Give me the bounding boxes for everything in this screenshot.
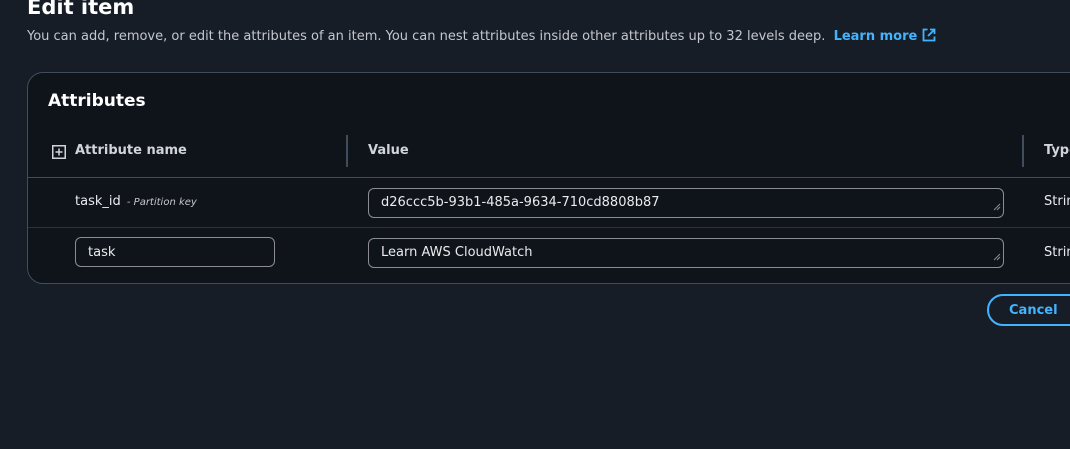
column-header-value[interactable]: Value: [368, 135, 409, 177]
value-text: Learn AWS CloudWatch: [381, 245, 533, 260]
attribute-name: task_id: [75, 194, 121, 209]
resize-handle-icon[interactable]: [993, 246, 1001, 265]
external-link-icon: [922, 28, 936, 48]
edit-item-page: Edit item You can add, remove, or edit t…: [0, 0, 1070, 449]
expand-all-icon[interactable]: [52, 144, 66, 163]
column-divider[interactable]: [346, 135, 348, 167]
attribute-name-input[interactable]: [75, 237, 275, 267]
learn-more-link[interactable]: Learn more: [833, 28, 937, 44]
resize-handle-icon[interactable]: [993, 196, 1001, 215]
learn-more-label: Learn more: [833, 29, 918, 44]
table-row: Learn AWS CloudWatch String: [28, 228, 1070, 278]
attribute-name-cell: task_id - Partition key: [75, 194, 197, 209]
partition-key-label: - Partition key: [126, 197, 197, 208]
page-title: Edit item: [27, 0, 135, 19]
value-textarea[interactable]: Learn AWS CloudWatch: [368, 238, 1004, 268]
column-header-attribute-name[interactable]: Attribute name: [75, 135, 187, 177]
value-textarea[interactable]: d26ccc5b-93b1-485a-9634-710cd8808b87: [368, 188, 1004, 218]
description-text: You can add, remove, or edit the attribu…: [27, 29, 826, 44]
column-header-type[interactable]: Type: [1044, 135, 1070, 177]
type-cell[interactable]: String: [1044, 194, 1070, 209]
table-row: task_id - Partition key d26ccc5b-93b1-48…: [28, 177, 1070, 228]
page-description: You can add, remove, or edit the attribu…: [27, 28, 936, 48]
type-cell[interactable]: String: [1044, 245, 1070, 260]
value-text: d26ccc5b-93b1-485a-9634-710cd8808b87: [381, 195, 660, 210]
cancel-button[interactable]: Cancel: [987, 294, 1070, 326]
attributes-container: Attributes Attribute name Value Type tas…: [27, 72, 1070, 284]
table-header: Attribute name Value Type: [28, 135, 1070, 178]
attributes-title: Attributes: [48, 91, 146, 111]
column-divider[interactable]: [1022, 135, 1024, 167]
